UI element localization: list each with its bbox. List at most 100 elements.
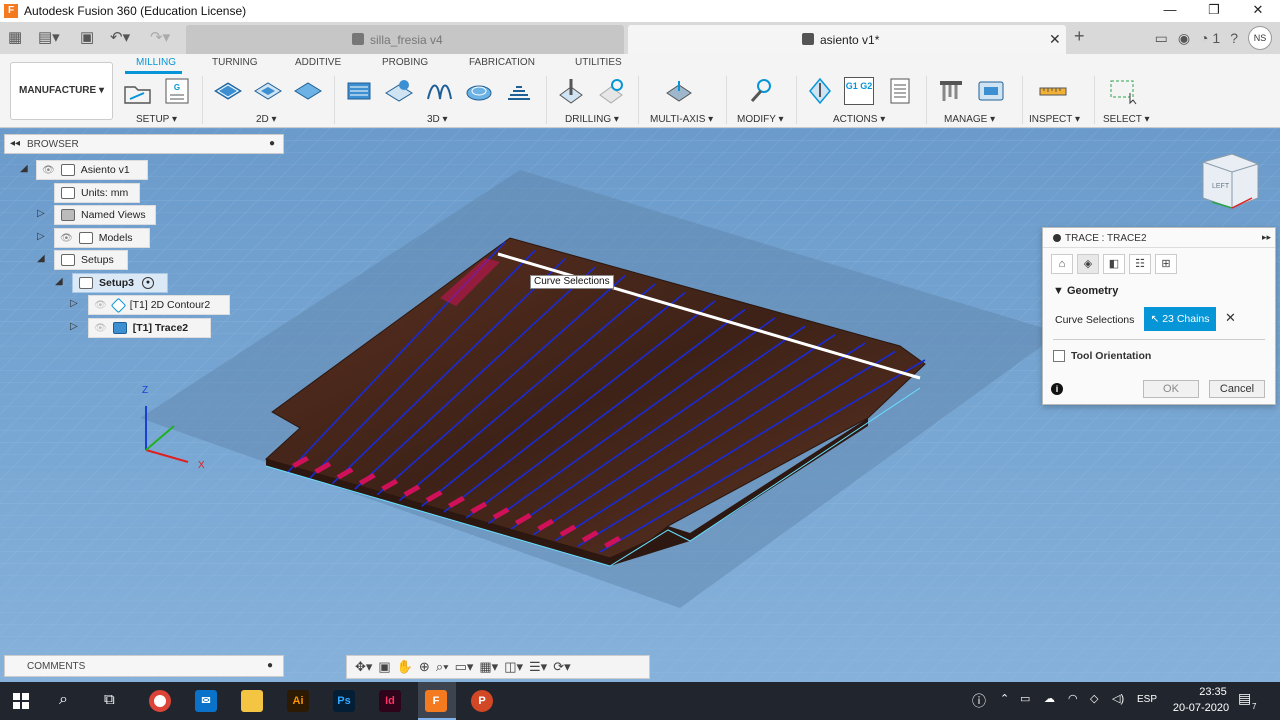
tab-fabrication[interactable]: FABRICATION (469, 57, 535, 68)
dialog-header[interactable]: TRACE : TRACE2 ▸▸ (1043, 228, 1275, 248)
viewport-scene[interactable]: Z X LEFT (0, 128, 1280, 682)
expand-named-views-icon[interactable]: ▷ (37, 208, 45, 219)
volume-icon[interactable]: ◁) (1112, 692, 1124, 705)
3d-contour-icon[interactable] (464, 77, 494, 105)
extensions-icon[interactable]: ◉ (1178, 30, 1190, 47)
3d-viewport[interactable]: Z X LEFT (0, 128, 1280, 682)
workspace-switcher[interactable]: MANUFACTURE ▾ (10, 62, 113, 120)
look-at-icon[interactable]: ▣ (378, 659, 390, 675)
search-icon[interactable]: ⌕ (59, 691, 68, 709)
expand-models-icon[interactable]: ▷ (37, 231, 45, 242)
info-icon[interactable]: i (1051, 383, 1063, 395)
pan-icon[interactable]: ✋ (397, 659, 413, 675)
visibility-eye-icon[interactable]: 👁 (94, 323, 107, 334)
tree-root-asiento[interactable]: 👁 Asiento v1 (36, 160, 148, 180)
tray-expand-icon[interactable]: ⌃ (1000, 692, 1009, 705)
post-process-icon[interactable]: G1 G2 (844, 77, 874, 105)
fit-icon[interactable]: ⌕▾ (436, 659, 449, 675)
close-button[interactable]: ✕ (1236, 0, 1280, 22)
tree-units[interactable]: Units: mm (54, 183, 140, 203)
minimize-button[interactable]: — (1148, 0, 1192, 22)
2d-adaptive-icon[interactable] (213, 77, 243, 105)
curve-selections-button[interactable]: ↖ 23 Chains (1144, 307, 1216, 331)
visibility-eye-icon[interactable]: 👁 (42, 165, 55, 176)
powerpoint-icon[interactable]: P (471, 690, 493, 712)
2d-pocket-icon[interactable] (253, 77, 283, 105)
illustrator-icon[interactable]: Ai (287, 690, 309, 712)
tree-setups[interactable]: Setups (54, 250, 128, 270)
tab-linking-icon[interactable]: ⊞ (1155, 254, 1177, 274)
indesign-icon[interactable]: Id (379, 690, 401, 712)
expand-trace2-icon[interactable]: ▷ (70, 321, 78, 332)
onedrive-icon[interactable]: ☁ (1044, 692, 1055, 705)
tree-named-views[interactable]: Named Views (54, 205, 156, 225)
collapse-setup3-icon[interactable]: ◢ (55, 276, 63, 287)
mail-icon[interactable]: ✉ (195, 690, 217, 712)
job-status-icon[interactable]: ◔ 1 (1200, 30, 1220, 46)
3d-parallel-icon[interactable] (424, 77, 454, 105)
3d-adaptive-icon[interactable] (344, 77, 374, 105)
select-window-icon[interactable] (1108, 77, 1138, 105)
new-tab-icon[interactable]: + (1074, 26, 1085, 47)
ok-button[interactable]: OK (1143, 380, 1199, 398)
refresh-icon[interactable]: ⟳▾ (553, 659, 570, 675)
geometry-section[interactable]: ▼ Geometry (1053, 285, 1118, 297)
zoom-icon[interactable]: ⊕ (419, 659, 430, 675)
tab-passes-icon[interactable]: ☷ (1129, 254, 1151, 274)
orbit-icon[interactable]: ✥▾ (355, 659, 372, 675)
task-view-icon[interactable]: ⧉ (104, 691, 115, 708)
browser-options-icon[interactable]: ● (269, 138, 275, 149)
dropbox-icon[interactable]: ◇ (1090, 692, 1098, 705)
tab-geometry-icon[interactable]: ◈ (1077, 254, 1099, 274)
new-setup-icon[interactable] (122, 77, 152, 105)
save-icon[interactable]: ▣ (80, 28, 94, 46)
app-grid-icon[interactable]: ▦ (8, 28, 22, 46)
face-icon[interactable] (293, 77, 323, 105)
clock-time[interactable]: 23:35 (1182, 686, 1244, 698)
tree-trace2[interactable]: 👁 [T1] Trace2 (88, 318, 211, 338)
setup-group-label[interactable]: SETUP ▾ (136, 114, 177, 125)
help-icon[interactable]: ? (1230, 30, 1238, 46)
modify-group-label[interactable]: MODIFY ▾ (737, 114, 784, 125)
viewports-icon[interactable]: ◫▾ (504, 659, 523, 675)
redo-icon[interactable]: ↷▾ (150, 28, 170, 46)
wifi-icon[interactable]: ◠ (1068, 692, 1078, 705)
grid-settings-icon[interactable]: ▦▾ (479, 659, 498, 675)
inspect-group-label[interactable]: INSPECT ▾ (1029, 114, 1080, 125)
3d-horizontal-icon[interactable] (504, 77, 534, 105)
visibility-eye-icon[interactable]: 👁 (60, 233, 73, 244)
tree-2d-contour2[interactable]: 👁 [T1] 2D Contour2 (88, 295, 230, 315)
tab-silla-fresia[interactable]: silla_fresia v4 (186, 25, 624, 54)
tab-turning[interactable]: TURNING (212, 57, 258, 68)
3d-pocket-icon[interactable] (384, 77, 414, 105)
3d-group-label[interactable]: 3D ▾ (427, 114, 448, 125)
display-settings-icon[interactable]: ▭▾ (455, 659, 474, 675)
tab-milling[interactable]: MILLING (136, 57, 176, 68)
multi-axis-icon[interactable] (664, 77, 694, 105)
photoshop-icon[interactable]: Ps (333, 690, 355, 712)
windows-start-icon[interactable] (13, 693, 29, 709)
collapse-setups-icon[interactable]: ◢ (37, 253, 45, 264)
help-tray-icon[interactable]: ⓘ (972, 691, 986, 711)
tab-tool-icon[interactable]: ⌂ (1051, 254, 1073, 274)
hole-recognition-icon[interactable] (596, 77, 626, 105)
simulate-icon[interactable] (805, 77, 835, 105)
add-comment-icon[interactable]: ● (267, 660, 273, 671)
fusion-taskbar-icon[interactable]: F (425, 690, 447, 712)
user-avatar[interactable]: NS (1248, 26, 1272, 50)
undo-icon[interactable]: ↶▾ (110, 28, 130, 46)
comments-panel[interactable]: COMMENTS ● (4, 655, 284, 677)
manage-group-label[interactable]: MANAGE ▾ (944, 114, 995, 125)
tool-library-icon[interactable] (936, 77, 966, 105)
clear-selection-icon[interactable]: ✕ (1225, 310, 1236, 326)
tab-asiento[interactable]: asiento v1* ✕ (628, 25, 1066, 54)
file-explorer-icon[interactable] (241, 690, 263, 712)
multi-axis-group-label[interactable]: MULTI-AXIS ▾ (650, 114, 713, 125)
modify-icon[interactable] (746, 77, 776, 105)
layout-icon[interactable]: ☰▾ (529, 659, 547, 675)
setup-sheet-icon[interactable] (885, 77, 915, 105)
cancel-button[interactable]: Cancel (1209, 380, 1265, 398)
visibility-eye-icon[interactable]: 👁 (94, 300, 107, 311)
chrome-icon[interactable] (149, 690, 171, 712)
2d-group-label[interactable]: 2D ▾ (256, 114, 277, 125)
